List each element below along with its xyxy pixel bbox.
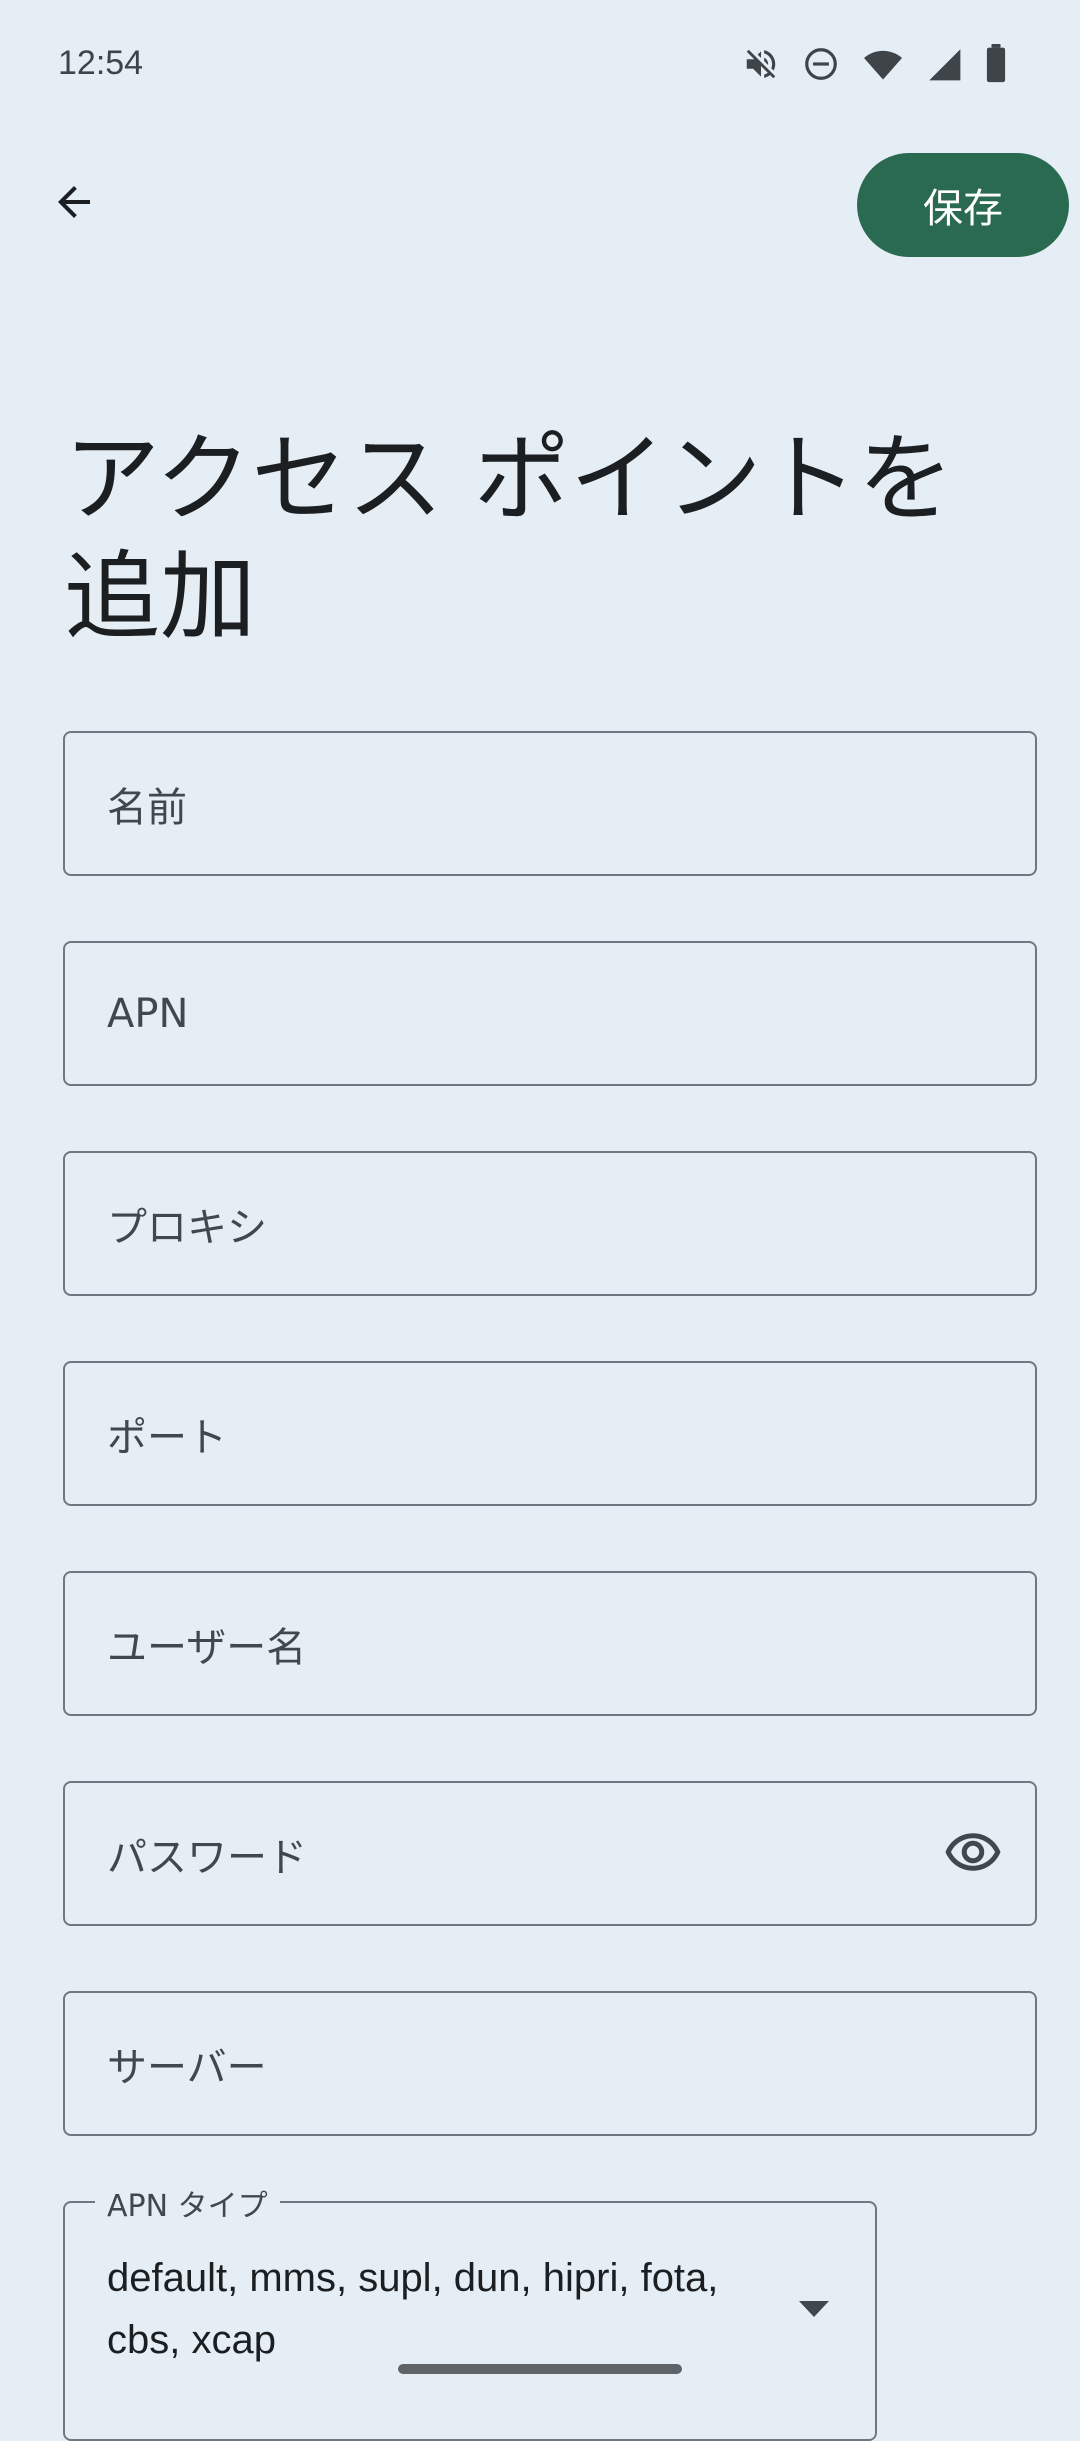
username-field[interactable]: ユーザー名 bbox=[63, 1571, 1037, 1716]
back-button[interactable] bbox=[36, 166, 112, 242]
username-field-label: ユーザー名 bbox=[107, 1624, 307, 1671]
server-field[interactable]: サーバー bbox=[63, 1991, 1037, 2136]
show-password-button[interactable] bbox=[941, 1822, 1005, 1886]
status-bar: 12:54 bbox=[0, 0, 1080, 130]
cell-signal-icon bbox=[926, 45, 962, 83]
port-field[interactable]: ポート bbox=[63, 1361, 1037, 1506]
page-title: アクセス ポイントを追加 bbox=[64, 423, 954, 653]
eye-icon bbox=[943, 1822, 1003, 1886]
server-field-label: サーバー bbox=[107, 2044, 267, 2091]
arrow-back-icon bbox=[50, 178, 98, 230]
password-field-label: パスワード bbox=[107, 1834, 307, 1881]
port-field-label: ポート bbox=[107, 1414, 227, 1461]
apn-type-value: default, mms, supl, dun, hipri, fota, cb… bbox=[107, 2256, 719, 2362]
apn-field[interactable]: APN bbox=[63, 941, 1037, 1086]
mute-icon bbox=[742, 45, 780, 83]
wifi-icon bbox=[862, 45, 904, 83]
apn-type-dropdown[interactable]: APN タイプ default, mms, supl, dun, hipri, … bbox=[63, 2181, 877, 2441]
name-field-label: 名前 bbox=[107, 784, 187, 831]
name-field[interactable]: 名前 bbox=[63, 731, 1037, 876]
apn-type-label: APN タイプ bbox=[95, 2181, 280, 2225]
apn-field-label: APN bbox=[107, 990, 189, 1037]
proxy-field-label: プロキシ bbox=[107, 1204, 267, 1251]
password-field[interactable]: パスワード bbox=[63, 1781, 1037, 1926]
gesture-nav-handle[interactable] bbox=[398, 2364, 682, 2374]
save-button[interactable]: 保存 bbox=[857, 153, 1069, 257]
battery-icon bbox=[984, 44, 1008, 84]
proxy-field[interactable]: プロキシ bbox=[63, 1151, 1037, 1296]
do-not-disturb-icon bbox=[802, 45, 840, 83]
dropdown-arrow-icon bbox=[797, 2299, 831, 2319]
status-time: 12:54 bbox=[58, 44, 144, 82]
status-icons bbox=[742, 44, 1008, 84]
